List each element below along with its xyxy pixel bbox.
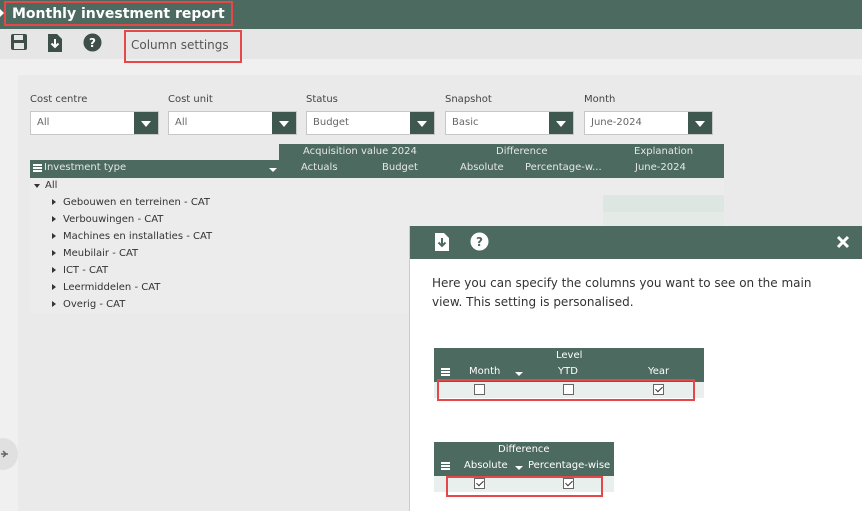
cost-centre-select[interactable]: All — [30, 111, 159, 135]
column-actuals[interactable]: Actuals — [301, 162, 338, 173]
difference-group-label: Difference — [498, 444, 550, 455]
expand-icon[interactable] — [52, 250, 56, 256]
tree-row-label: Overig - CAT — [63, 299, 126, 310]
cost-unit-value: All — [175, 117, 188, 128]
expand-icon[interactable] — [52, 233, 56, 239]
column-settings-button[interactable]: Column settings — [124, 30, 242, 63]
filter-label-status: Status — [306, 94, 338, 105]
expand-icon[interactable] — [52, 284, 56, 290]
sort-caret-icon[interactable] — [269, 168, 277, 172]
status-value: Budget — [313, 117, 349, 128]
expand-icon[interactable] — [52, 199, 56, 205]
month-value: June-2024 — [591, 117, 642, 128]
download-icon[interactable] — [434, 232, 450, 252]
save-icon[interactable] — [10, 33, 30, 53]
column-absolute[interactable]: Absolute — [460, 162, 504, 173]
svg-text:?: ? — [89, 36, 96, 50]
tree-row-label: Meubilair - CAT — [63, 248, 139, 259]
menu-icon[interactable] — [441, 462, 450, 470]
cost-unit-select[interactable]: All — [168, 111, 297, 135]
column-budget[interactable]: Budget — [382, 162, 418, 173]
expand-icon[interactable] — [52, 301, 56, 307]
tree-row-label: ICT - CAT — [63, 265, 109, 276]
help-icon[interactable]: ? — [470, 232, 489, 251]
help-icon[interactable]: ? — [83, 33, 103, 53]
tree-row-label: All — [45, 180, 58, 191]
chevron-down-icon[interactable] — [688, 112, 712, 134]
snapshot-value: Basic — [452, 117, 479, 128]
chevron-down-icon[interactable] — [410, 112, 434, 134]
group-header-acquisition: Acquisition value 2024 — [303, 146, 417, 157]
column-investment-type[interactable]: Investment type — [44, 162, 126, 173]
filter-label-month: Month — [584, 94, 616, 105]
level-highlight-box — [437, 379, 695, 401]
level-group-label: Level — [556, 350, 583, 361]
difference-columns-table: Difference Absolute Percentage-wise — [434, 442, 614, 476]
level-col-month: Month — [469, 366, 501, 377]
level-col-year: Year — [648, 366, 670, 377]
level-col-ytd: YTD — [558, 366, 578, 377]
expand-icon[interactable] — [52, 216, 56, 222]
tree-row-label: Leermiddelen - CAT — [63, 282, 161, 293]
group-header-explanation: Explanation — [634, 146, 694, 157]
title-bar: Monthly investment report — [0, 0, 862, 29]
grid-column-header: Investment type Actuals Budget Absolute … — [30, 160, 724, 178]
page-title: Monthly investment report — [4, 1, 233, 26]
column-settings-dialog: ? Here you can specify the columns you w… — [409, 226, 862, 511]
difference-highlight-box — [446, 476, 603, 497]
filter-label-cost-unit: Cost unit — [168, 94, 213, 105]
chevron-down-icon[interactable] — [134, 112, 158, 134]
expand-icon[interactable] — [52, 267, 56, 273]
filter-label-snapshot: Snapshot — [445, 94, 492, 105]
menu-icon[interactable] — [441, 368, 450, 376]
download-icon[interactable] — [47, 33, 67, 53]
tree-row-label: Gebouwen en terreinen - CAT — [63, 197, 211, 208]
close-icon[interactable] — [835, 234, 851, 250]
month-select[interactable]: June-2024 — [584, 111, 713, 135]
highlighted-cell — [603, 195, 724, 212]
sort-caret-icon[interactable] — [515, 372, 523, 376]
sort-caret-icon[interactable] — [515, 466, 523, 470]
tree-row-label: Verbouwingen - CAT — [63, 214, 164, 225]
dialog-header: ? — [410, 226, 862, 259]
tree-row-label: Machines en installaties - CAT — [63, 231, 213, 242]
cost-centre-value: All — [37, 117, 50, 128]
chevron-down-icon[interactable] — [272, 112, 296, 134]
grid-group-header: Acquisition value 2024 Difference Explan… — [279, 144, 724, 160]
column-june-2024[interactable]: June-2024 — [635, 162, 686, 173]
collapse-icon[interactable] — [34, 184, 40, 188]
chevron-down-icon[interactable] — [549, 112, 573, 134]
difference-col-absolute: Absolute — [464, 460, 508, 471]
column-percentage-wise[interactable]: Percentage-w... — [525, 162, 602, 173]
level-columns-table: Level Month YTD Year — [434, 348, 704, 382]
snapshot-select[interactable]: Basic — [445, 111, 574, 135]
svg-text:?: ? — [476, 235, 483, 249]
toolbar: ? Column settings — [0, 29, 862, 63]
status-select[interactable]: Budget — [306, 111, 435, 135]
group-header-difference: Difference — [496, 146, 548, 157]
difference-col-percentage: Percentage-wise — [528, 460, 611, 471]
side-panel-handle[interactable] — [0, 438, 18, 470]
menu-icon[interactable] — [33, 164, 42, 172]
dialog-description: Here you can specify the columns you wan… — [432, 276, 812, 309]
filter-label-cost-centre: Cost centre — [30, 94, 88, 105]
